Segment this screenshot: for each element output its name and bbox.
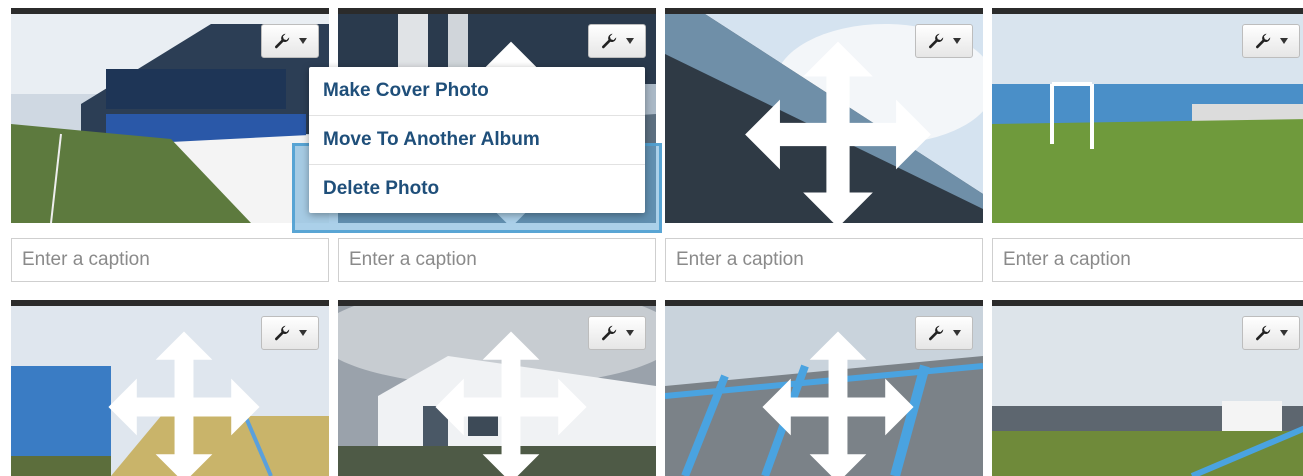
chevron-down-icon (626, 38, 634, 44)
caption-input-4[interactable] (992, 238, 1303, 282)
photo-8[interactable] (992, 300, 1303, 476)
photo-tools-button[interactable] (588, 316, 646, 350)
wrench-icon (928, 325, 944, 341)
delete-photo-item[interactable]: Delete Photo (309, 165, 645, 213)
wrench-icon (1255, 325, 1271, 341)
wrench-icon (1255, 33, 1271, 49)
photo-1[interactable] (11, 8, 329, 223)
wrench-icon (274, 325, 290, 341)
wrench-icon (274, 33, 290, 49)
wrench-icon (601, 33, 617, 49)
chevron-down-icon (299, 330, 307, 336)
photo-tools-button[interactable] (588, 24, 646, 58)
move-icon[interactable] (679, 30, 983, 223)
chevron-down-icon (1280, 330, 1288, 336)
move-to-another-album-item[interactable]: Move To Another Album (309, 116, 645, 165)
wrench-icon (601, 325, 617, 341)
photo-7[interactable] (665, 300, 983, 476)
photo-tools-button[interactable] (261, 316, 319, 350)
photo-6[interactable] (338, 300, 656, 476)
caption-input-3[interactable] (665, 238, 983, 282)
photo-tools-button[interactable] (915, 24, 973, 58)
photo-3[interactable] (665, 8, 983, 223)
photo-tools-button[interactable] (1242, 316, 1300, 350)
caption-input-2[interactable] (338, 238, 656, 282)
photo-tools-button[interactable] (261, 24, 319, 58)
chevron-down-icon (953, 38, 961, 44)
photo-4[interactable] (992, 8, 1303, 223)
photo-5[interactable] (11, 300, 329, 476)
wrench-icon (928, 33, 944, 49)
photo-options-menu: Make Cover Photo Move To Another Album D… (309, 67, 645, 213)
photo-tools-button[interactable] (915, 316, 973, 350)
make-cover-photo-item[interactable]: Make Cover Photo (309, 67, 645, 116)
chevron-down-icon (626, 330, 634, 336)
chevron-down-icon (1280, 38, 1288, 44)
caption-input-1[interactable] (11, 238, 329, 282)
chevron-down-icon (299, 38, 307, 44)
chevron-down-icon (953, 330, 961, 336)
photo-tools-button[interactable] (1242, 24, 1300, 58)
